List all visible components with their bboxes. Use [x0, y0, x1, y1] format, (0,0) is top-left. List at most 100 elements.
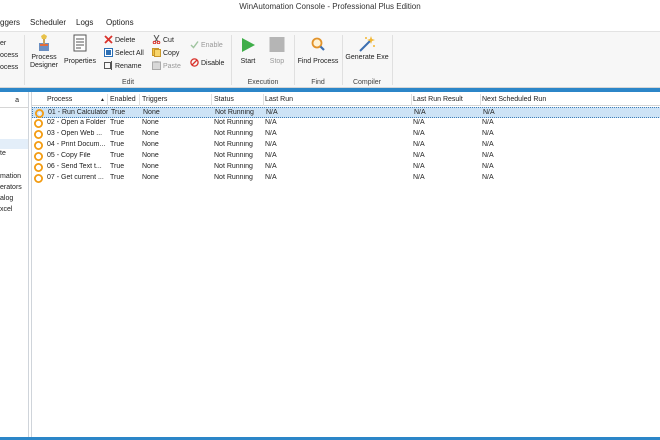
paste-icon — [152, 60, 161, 70]
table-row[interactable]: 07 - Get current ... True None Not Running N… — [32, 173, 660, 184]
enable-button[interactable]: Enable — [190, 40, 223, 51]
start-label: Start — [240, 58, 256, 65]
cell-next-scheduled-run: N/A — [482, 141, 494, 148]
column-status[interactable]: Status — [214, 96, 234, 103]
paste-button[interactable]: Paste — [152, 60, 181, 72]
copy-icon — [152, 47, 161, 57]
column-separator — [211, 94, 212, 106]
menu-triggers[interactable]: ggers — [0, 18, 20, 27]
tree-item[interactable]: alog — [0, 195, 13, 202]
group-compiler-label: Compiler — [352, 79, 381, 86]
process-designer-label: Process Designer — [29, 54, 58, 69]
column-last-run-result[interactable]: Last Run Result — [413, 96, 463, 103]
ribbon-partial-item-2[interactable]: ocess — [0, 50, 18, 61]
column-next-scheduled-run[interactable]: Next Scheduled Run — [482, 96, 546, 103]
cell-triggers: None — [142, 152, 159, 159]
enable-icon — [190, 40, 199, 49]
cell-last-run-result: N/A — [413, 130, 425, 137]
sort-ascending-icon: ▲ — [100, 97, 105, 103]
cell-next-scheduled-run: N/A — [482, 130, 494, 137]
table-row[interactable]: 05 - Copy File True None Not Running N/A N/A N… — [32, 151, 660, 162]
cell-last-run-result: N/A — [413, 141, 425, 148]
cell-triggers: None — [142, 130, 159, 137]
column-process[interactable]: Process — [47, 96, 72, 103]
cell-status: Not Running — [214, 174, 253, 181]
disable-button[interactable]: Disable — [190, 57, 225, 69]
cell-process: 04 - Print Docum... — [47, 141, 106, 148]
cell-last-run: N/A — [266, 109, 278, 116]
rename-icon — [104, 60, 112, 70]
cut-icon — [152, 34, 161, 44]
column-separator — [411, 94, 412, 106]
column-last-run[interactable]: Last Run — [265, 96, 293, 103]
cell-triggers: None — [142, 163, 159, 170]
table-row[interactable]: 01 - Run Calculator True None Not Running N/… — [32, 107, 660, 118]
menu-options[interactable]: Options — [106, 18, 134, 27]
cell-status: Not Running — [214, 119, 253, 126]
find-process-button[interactable]: Find Process — [296, 32, 340, 78]
window-title: WinAutomation Console - Professional Plu… — [239, 2, 421, 11]
cell-status: Not Running — [215, 109, 254, 116]
disable-label: Disable — [201, 60, 225, 67]
cell-last-run-result: N/A — [413, 163, 425, 170]
column-enabled[interactable]: Enabled — [110, 96, 136, 103]
cell-triggers: None — [143, 109, 160, 116]
menu-bar: ggers Scheduler Logs Options — [0, 14, 660, 31]
cut-button[interactable]: Cut — [152, 34, 174, 46]
rename-label: Rename — [115, 63, 142, 70]
ribbon-partial-item-1[interactable]: er — [0, 38, 6, 49]
process-designer-button[interactable]: Process Designer — [28, 32, 60, 78]
select-all-button[interactable]: Select All — [104, 47, 144, 59]
generate-exe-button[interactable]: Generate Exe — [344, 32, 390, 78]
tree-item[interactable]: te — [0, 150, 6, 157]
cell-enabled: True — [110, 130, 125, 137]
find-process-icon — [311, 37, 325, 51]
enable-label: Enable — [201, 42, 223, 49]
cell-last-run-result: N/A — [414, 109, 426, 116]
ribbon-partial-item-3[interactable]: ocess — [0, 62, 18, 73]
cell-status: Not Running — [214, 130, 253, 137]
process-icon — [34, 130, 43, 139]
process-icon — [34, 152, 43, 161]
process-icon — [34, 174, 43, 183]
column-separator — [139, 94, 140, 106]
menu-scheduler[interactable]: Scheduler — [30, 18, 66, 27]
stop-icon — [269, 37, 285, 52]
tree-item[interactable]: mation — [0, 173, 21, 180]
cell-last-run: N/A — [265, 163, 277, 170]
column-triggers[interactable]: Triggers — [142, 96, 167, 103]
title-bar: WinAutomation Console - Professional Plu… — [0, 0, 660, 14]
properties-button[interactable]: Properties — [62, 32, 98, 78]
process-icon — [34, 119, 43, 128]
cell-next-scheduled-run: N/A — [483, 109, 495, 116]
table-row[interactable]: 02 - Open a Folder True None Not Running N/A… — [32, 118, 660, 129]
cell-last-run: N/A — [265, 130, 277, 137]
menu-logs[interactable]: Logs — [76, 18, 93, 27]
rename-button[interactable]: Rename — [104, 60, 142, 72]
grid-header: Process ▲ Enabled Triggers Status Last R… — [32, 94, 660, 106]
delete-icon — [104, 35, 113, 44]
table-row[interactable]: 06 - Send Text t... True None Not Running N/… — [32, 162, 660, 173]
start-icon — [242, 38, 255, 52]
delete-button[interactable]: Delete — [104, 35, 135, 46]
stop-button[interactable]: Stop — [264, 32, 290, 78]
tree-item[interactable]: erators — [0, 184, 22, 191]
tree-header-label: a — [15, 97, 19, 104]
properties-label: Properties — [64, 58, 96, 65]
tree-header[interactable]: a — [0, 94, 28, 108]
copy-button[interactable]: Copy — [152, 47, 179, 59]
cell-last-run: N/A — [265, 119, 277, 126]
cell-triggers: None — [142, 119, 159, 126]
ribbon: er ocess ocess Process Designer Properti… — [0, 31, 660, 88]
cell-triggers: None — [142, 141, 159, 148]
cell-last-run: N/A — [265, 174, 277, 181]
cell-last-run-result: N/A — [413, 119, 425, 126]
cell-next-scheduled-run: N/A — [482, 163, 494, 170]
start-button[interactable]: Start — [236, 32, 260, 78]
tree-item[interactable]: xcel — [0, 206, 12, 213]
table-row[interactable]: 04 - Print Docum... True None Not Running N/… — [32, 140, 660, 151]
cell-last-run: N/A — [265, 141, 277, 148]
cell-next-scheduled-run: N/A — [482, 174, 494, 181]
table-row[interactable]: 03 - Open Web ... True None Not Running N/A N… — [32, 129, 660, 140]
select-all-icon — [104, 47, 113, 57]
